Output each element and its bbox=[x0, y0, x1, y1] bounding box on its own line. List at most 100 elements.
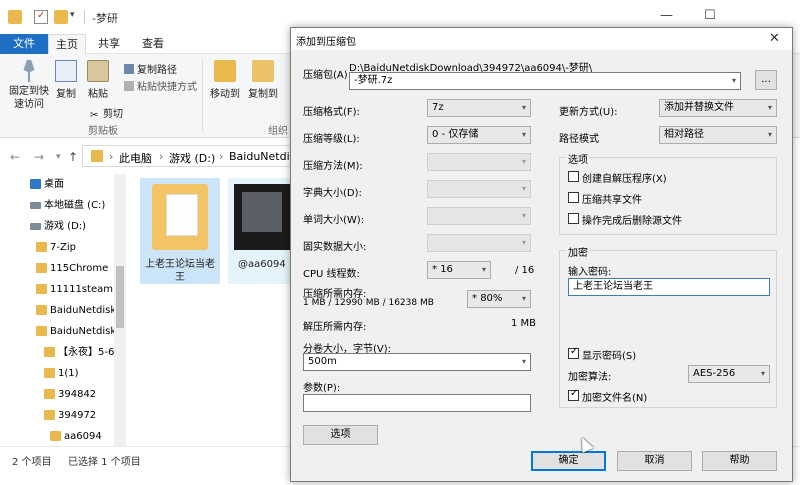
tree-item-label: 1(1) bbox=[58, 368, 79, 379]
file-tile-folder[interactable]: 上老王论坛当老王 bbox=[140, 178, 220, 284]
cut-button[interactable]: ✂ 剪切 bbox=[90, 105, 123, 121]
breadcrumb-baidunetdisk[interactable]: BaiduNetdiskD bbox=[229, 150, 296, 163]
maximize-icon[interactable]: ☐ bbox=[704, 8, 716, 23]
tree-item-label: 115Chrome bbox=[50, 263, 109, 274]
paste-shortcut-icon bbox=[124, 81, 134, 91]
tab-home[interactable]: 主页 bbox=[48, 34, 86, 54]
close-icon[interactable]: ✕ bbox=[769, 31, 780, 46]
forward-arrow-icon[interactable]: → bbox=[34, 150, 44, 164]
organize-group-label: 组织 bbox=[268, 126, 288, 137]
paste-button[interactable]: 粘贴 bbox=[84, 60, 112, 100]
tree-item-label: 394972 bbox=[58, 410, 97, 421]
copy-to-button[interactable]: 复制到 bbox=[246, 60, 280, 100]
tree-scrollbar[interactable] bbox=[114, 174, 126, 446]
folder-icon bbox=[50, 431, 61, 441]
level-select[interactable]: 0 - 仅存储 ▾ bbox=[427, 126, 531, 144]
breadcrumb-this-pc[interactable]: 此电脑 bbox=[119, 150, 152, 166]
recent-dropdown-icon[interactable]: ▾ bbox=[56, 152, 61, 162]
clipboard-group-label: 剪贴板 bbox=[88, 126, 118, 137]
options-groupbox: 选项 创建自解压程序(X) 压缩共享文件 操作完成后删除源文件 bbox=[559, 151, 777, 235]
tree-item-394972[interactable]: 394972 bbox=[0, 405, 114, 426]
path-mode-select[interactable]: 相对路径 ▾ bbox=[659, 126, 777, 144]
tree-item-7zip[interactable]: 7-Zip bbox=[0, 237, 114, 258]
encryption-method-select[interactable]: AES-256 ▾ bbox=[688, 365, 770, 383]
tree-item-label: 桌面 bbox=[44, 179, 64, 190]
format-value: 7z bbox=[432, 102, 444, 113]
paste-shortcut-label: 粘贴快捷方式 bbox=[137, 82, 197, 93]
tree-item-aa6094[interactable]: aa6094 bbox=[0, 426, 114, 446]
threads-label: CPU 线程数: bbox=[303, 269, 360, 280]
paste-shortcut-button[interactable]: 粘贴快捷方式 bbox=[124, 78, 197, 93]
tree-item-1-1[interactable]: 1(1) bbox=[0, 363, 114, 384]
tree-item-baidunetdisk-2[interactable]: BaiduNetdisk bbox=[0, 321, 114, 342]
cut-label: 剪切 bbox=[103, 109, 123, 120]
tree-item-baidunetdisk-1[interactable]: BaiduNetdisk bbox=[0, 300, 114, 321]
browse-button[interactable]: ... bbox=[755, 70, 777, 90]
tab-view[interactable]: 查看 bbox=[136, 34, 170, 54]
tree-item-desktop[interactable]: 桌面 bbox=[0, 174, 114, 195]
help-button[interactable]: 帮助 bbox=[702, 451, 777, 471]
threads-select[interactable]: * 16 ▾ bbox=[427, 261, 491, 279]
tree-item-yongye[interactable]: 【永夜】5-6 bbox=[0, 342, 114, 363]
volume-size-combo[interactable]: 500m ▾ bbox=[303, 353, 531, 371]
format-select[interactable]: 7z ▾ bbox=[427, 99, 531, 117]
word-select: ▾ bbox=[427, 207, 531, 225]
path-mode-label: 路径模式 bbox=[559, 134, 599, 145]
solid-select: ▾ bbox=[427, 234, 531, 252]
folder-icon bbox=[44, 389, 55, 399]
copy-path-label: 复制路径 bbox=[137, 65, 177, 76]
minimize-icon[interactable]: — bbox=[660, 8, 673, 23]
checkbox-box bbox=[568, 346, 579, 359]
params-input[interactable] bbox=[303, 394, 531, 412]
folder-icon bbox=[8, 10, 22, 24]
move-to-label: 移动到 bbox=[210, 89, 240, 100]
item-count: 2 个项目 bbox=[12, 457, 52, 468]
copy-path-button[interactable]: 复制路径 bbox=[124, 61, 177, 76]
back-arrow-icon[interactable]: ← bbox=[10, 150, 20, 164]
checkbox-label: 压缩共享文件 bbox=[582, 195, 642, 206]
cancel-button[interactable]: 取消 bbox=[617, 451, 692, 471]
chevron-down-icon: ▾ bbox=[767, 130, 772, 139]
tree-item-drive-d[interactable]: 游戏 (D:) bbox=[0, 216, 114, 237]
tree-scrollbar-thumb[interactable] bbox=[116, 266, 124, 328]
path-mode-value: 相对路径 bbox=[664, 129, 704, 140]
move-to-icon bbox=[214, 60, 236, 82]
tree-item-drive-c[interactable]: 本地磁盘 (C:) bbox=[0, 195, 114, 216]
tree-item-label: BaiduNetdisk bbox=[50, 326, 114, 337]
decompress-memory-label: 解压所需内存: bbox=[303, 322, 367, 333]
folder-icon bbox=[44, 368, 55, 378]
file-tile-video[interactable]: @aa6094 bbox=[228, 178, 294, 284]
threads-max: / 16 bbox=[515, 265, 535, 276]
folder-icon bbox=[36, 242, 47, 252]
tree-item-394842[interactable]: 394842 bbox=[0, 384, 114, 405]
folder-icon bbox=[44, 347, 55, 357]
chevron-down-icon: ▾ bbox=[521, 103, 526, 112]
archive-name-combo[interactable]: -梦研.7z ▾ bbox=[349, 72, 741, 90]
tab-file[interactable]: 文件 bbox=[0, 34, 48, 54]
up-arrow-icon[interactable]: ↑ bbox=[68, 150, 78, 164]
copy-button[interactable]: 复制 bbox=[52, 60, 80, 100]
new-folder-icon[interactable] bbox=[54, 10, 68, 24]
checkbox-box bbox=[568, 192, 579, 203]
properties-icon[interactable] bbox=[34, 10, 48, 24]
move-to-button[interactable]: 移动到 bbox=[208, 60, 242, 100]
update-mode-label: 更新方式(U): bbox=[559, 107, 618, 118]
address-bar[interactable]: › 此电脑 › 游戏 (D:) › BaiduNetdiskD bbox=[82, 145, 297, 167]
password-input[interactable]: 上老王论坛当老王 bbox=[568, 278, 770, 296]
update-mode-select[interactable]: 添加并替换文件 ▾ bbox=[659, 99, 777, 117]
pin-to-quick-access-button[interactable]: 固定到快 速访问 bbox=[6, 60, 52, 111]
tree-item-115chrome[interactable]: 115Chrome bbox=[0, 258, 114, 279]
breadcrumb-drive-d[interactable]: 游戏 (D:) bbox=[169, 150, 215, 166]
checkbox-box bbox=[568, 213, 579, 224]
dict-label: 字典大小(D): bbox=[303, 188, 362, 199]
ok-button[interactable]: 确定 bbox=[531, 451, 606, 471]
tab-share[interactable]: 共享 bbox=[92, 34, 126, 54]
chevron-down-icon: ▾ bbox=[521, 130, 526, 139]
options-button[interactable]: 选项 bbox=[303, 425, 378, 445]
tree-item-11111steam[interactable]: 11111steam bbox=[0, 279, 114, 300]
tree-item-label: 【永夜】5-6 bbox=[58, 347, 114, 358]
chevron-down-icon: ▾ bbox=[521, 294, 526, 303]
memory-percent-select[interactable]: * 80% ▾ bbox=[467, 290, 531, 308]
qat-dropdown-icon[interactable]: ▾ bbox=[70, 10, 75, 20]
checkbox-box bbox=[568, 388, 579, 401]
